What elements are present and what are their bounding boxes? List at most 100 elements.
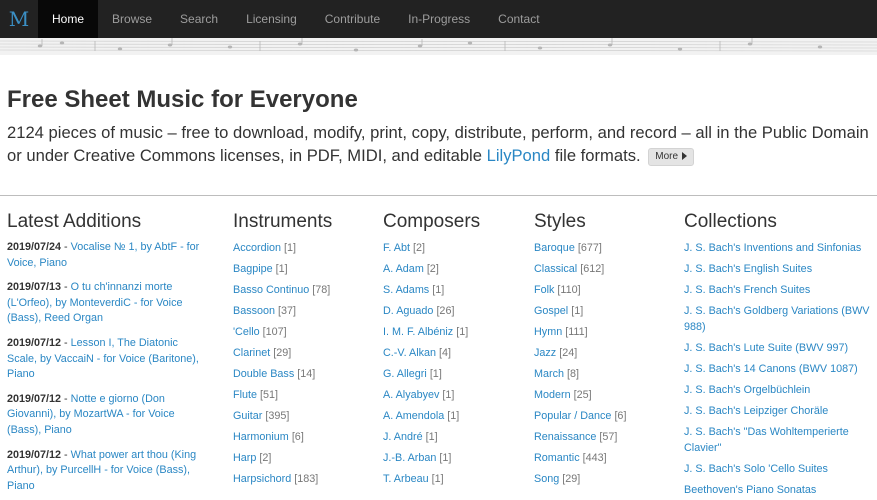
collections-list: J. S. Bach's Inventions and Sinfonias J. …	[684, 240, 877, 500]
style-count: [677]	[577, 242, 602, 254]
instrument-item: Flute [51]	[233, 387, 373, 408]
style-link[interactable]: Classical	[534, 263, 577, 275]
composer-item: F. Abt [2]	[383, 240, 523, 261]
instrument-link[interactable]: Clarinet	[233, 347, 270, 359]
more-button-label: More	[655, 151, 679, 162]
style-link[interactable]: Romantic	[534, 452, 580, 464]
style-item: Popular / Dance [6]	[534, 408, 674, 429]
nav-browse[interactable]: Browse	[98, 0, 166, 38]
collection-link[interactable]: J. S. Bach's Lute Suite (BWV 997)	[684, 342, 848, 354]
style-link[interactable]: Jazz	[534, 347, 556, 359]
style-link[interactable]: Baroque	[534, 242, 575, 254]
composer-link[interactable]: J.-B. Arban	[383, 452, 436, 464]
instrument-link[interactable]: Flute	[233, 389, 257, 401]
collection-link[interactable]: J. S. Bach's Orgelbüchlein	[684, 384, 810, 396]
collection-link[interactable]: J. S. Bach's "Das Wohltemperierte Clavie…	[684, 426, 849, 454]
nav-search[interactable]: Search	[166, 0, 232, 38]
composers-list: F. Abt [2] A. Adam [2] S. Adams [1] D. Agua…	[383, 240, 523, 492]
latest-date: 2019/07/12	[7, 448, 62, 461]
style-item: Baroque [677]	[534, 240, 674, 261]
style-count: [111]	[565, 326, 588, 338]
instrument-link[interactable]: Bassoon	[233, 305, 275, 317]
sheet-music-banner	[0, 38, 877, 55]
composer-link[interactable]: A. Amendola	[383, 410, 444, 422]
site-description: 2124 pieces of music – free to download,…	[7, 121, 877, 167]
collection-item: J. S. Bach's Leipziger Choräle	[684, 403, 877, 424]
lilypond-link[interactable]: LilyPond	[487, 146, 551, 165]
nav-in-progress[interactable]: In-Progress	[394, 0, 484, 38]
style-count: [110]	[557, 284, 581, 296]
style-item: Renaissance [57]	[534, 429, 674, 450]
latest-list: 2019/07/24 - Vocalise № 1, by AbtF - for…	[7, 240, 207, 494]
collection-link[interactable]: Beethoven's Piano Sonatas	[684, 484, 816, 496]
composer-link[interactable]: A. Adam	[383, 263, 424, 275]
instrument-link[interactable]: Guitar	[233, 410, 262, 422]
page-title: Free Sheet Music for Everyone	[7, 86, 358, 113]
collection-item: J. S. Bach's Lute Suite (BWV 997)	[684, 340, 877, 361]
description-text: 2124 pieces of music – free to download,…	[7, 123, 869, 165]
instrument-count: [78]	[312, 284, 331, 296]
composer-link[interactable]: D. Aguado	[383, 305, 433, 317]
composer-link[interactable]: C.-V. Alkan	[383, 347, 436, 359]
style-link[interactable]: Gospel	[534, 305, 568, 317]
collection-item: J. S. Bach's English Suites	[684, 261, 877, 282]
instrument-link[interactable]: 'Cello	[233, 326, 260, 338]
instruments-list: Accordion [1] Bagpipe [1] Basso Continuo […	[233, 240, 373, 492]
collection-link[interactable]: J. S. Bach's English Suites	[684, 263, 812, 275]
composer-link[interactable]: G. Allegri	[383, 368, 427, 380]
style-item: Hymn [111]	[534, 324, 674, 345]
instrument-item: Guitar [395]	[233, 408, 373, 429]
composer-link[interactable]: I. M. F. Albéniz	[383, 326, 453, 338]
style-link[interactable]: Modern	[534, 389, 571, 401]
style-link[interactable]: Renaissance	[534, 431, 596, 443]
instrument-link[interactable]: Harpsichord	[233, 473, 291, 485]
style-count: [612]	[580, 263, 605, 275]
instrument-link[interactable]: Basso Continuo	[233, 284, 309, 296]
nav-contact[interactable]: Contact	[484, 0, 553, 38]
instrument-link[interactable]: Harmonium	[233, 431, 289, 443]
latest-date: 2019/07/24	[7, 241, 62, 253]
collection-link[interactable]: J. S. Bach's Goldberg Variations (BWV 98…	[684, 305, 869, 333]
latest-date: 2019/07/13	[7, 281, 62, 294]
navbar: M Home Browse Search Licensing Contribut…	[0, 0, 877, 38]
composer-count: [1]	[432, 284, 445, 296]
nav-licensing[interactable]: Licensing	[232, 0, 311, 38]
composer-link[interactable]: S. Adams	[383, 284, 429, 296]
instrument-count: [107]	[262, 326, 287, 338]
collection-link[interactable]: J. S. Bach's Leipziger Choräle	[684, 405, 828, 417]
more-button[interactable]: More	[648, 148, 695, 166]
site-logo[interactable]: M	[0, 0, 38, 38]
composer-count: [1]	[429, 368, 442, 380]
instrument-link[interactable]: Double Bass	[233, 368, 294, 380]
collection-link[interactable]: J. S. Bach's French Suites	[684, 284, 810, 296]
composer-link[interactable]: T. Arbeau	[383, 473, 429, 485]
composer-link[interactable]: J. André	[383, 431, 423, 443]
instrument-count: [1]	[284, 242, 297, 254]
divider	[0, 195, 877, 196]
style-item: March [8]	[534, 366, 674, 387]
instrument-link[interactable]: Harp	[233, 452, 256, 464]
style-link[interactable]: March	[534, 368, 564, 380]
collection-link[interactable]: J. S. Bach's Inventions and Sinfonias	[684, 242, 861, 254]
nav-contribute[interactable]: Contribute	[311, 0, 394, 38]
instrument-item: Accordion [1]	[233, 240, 373, 261]
instrument-link[interactable]: Accordion	[233, 242, 281, 254]
collection-item: Beethoven's Piano Sonatas	[684, 482, 877, 500]
nav-home[interactable]: Home	[38, 0, 99, 38]
style-link[interactable]: Hymn	[534, 326, 562, 338]
composer-item: T. Arbeau [1]	[383, 471, 523, 492]
instrument-link[interactable]: Bagpipe	[233, 263, 273, 275]
collection-link[interactable]: J. S. Bach's 14 Canons (BWV 1087)	[684, 363, 858, 375]
style-link[interactable]: Folk	[534, 284, 554, 296]
composer-count: [1]	[439, 452, 452, 464]
latest-separator: -	[61, 281, 71, 294]
style-count: [25]	[573, 389, 592, 401]
composer-link[interactable]: F. Abt	[383, 242, 410, 254]
style-link[interactable]: Popular / Dance	[534, 410, 611, 422]
collection-link[interactable]: J. S. Bach's Solo 'Cello Suites	[684, 463, 828, 475]
styles-list: Baroque [677] Classical [612] Folk [110] Go…	[534, 240, 674, 492]
latest-item: 2019/07/13 - O tu ch'innanzi morte (L'Or…	[7, 280, 207, 327]
style-link[interactable]: Song	[534, 473, 559, 485]
composer-link[interactable]: A. Alyabyev	[383, 389, 439, 401]
latest-separator: -	[61, 241, 71, 253]
